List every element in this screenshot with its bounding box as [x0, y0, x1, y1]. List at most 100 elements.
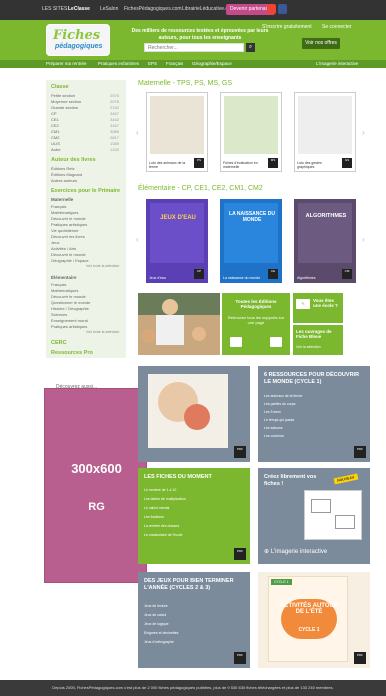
sidebar-elem-item[interactable]: Histoire / Géographie	[51, 306, 123, 311]
sidebar-mat-item[interactable]: Mathématiques	[51, 210, 123, 215]
sidebar-class-item[interactable]: Moyenne section 2078	[51, 99, 123, 104]
card-line[interactable]: Les animaux de la ferme	[264, 394, 356, 398]
sidebar-class-item[interactable]: CE1 3442	[51, 117, 123, 122]
sidebar-class-item[interactable]: CM2 2817	[51, 135, 123, 140]
sidebar-mat-item[interactable]: Activités / Arts	[51, 246, 123, 251]
sidebar-exercices-title: Exercices pour le Primaire	[51, 188, 121, 194]
book-card[interactable]: ALGORITHMES Algorithmes CM	[294, 199, 356, 283]
sidebar-mat-item[interactable]: Géographie / Espace	[51, 258, 123, 263]
account-link[interactable]: Se connecter	[322, 24, 351, 30]
site-logo[interactable]: Fiches pédagogiques	[46, 24, 110, 56]
newsletter-link[interactable]: S'inscrire gratuitement	[262, 24, 312, 30]
sidebar-mat-item[interactable]: Vie quotidienne	[51, 228, 123, 233]
sidebar-mat-item[interactable]: Découvrir le monde	[51, 216, 123, 221]
card-line[interactable]: Les couleurs	[264, 434, 356, 438]
sidebar-class-item[interactable]: CE2 3167	[51, 123, 123, 128]
book-cover: JEUX D'EAU	[150, 203, 204, 263]
book-cover: LA NAISSANCE DU MONDE	[224, 203, 278, 263]
card-line[interactable]: Les tables de multiplication	[144, 497, 236, 501]
carousel-next-icon[interactable]: ›	[362, 128, 365, 137]
card-line[interactable]: Les 5 sens	[264, 410, 356, 414]
top-link-fiches[interactable]: FichesPédagogiques.com	[124, 6, 182, 12]
card-line[interactable]: Le nombre de 1 à 10	[144, 488, 236, 492]
logo-line2: pédagogiques	[55, 43, 103, 50]
sidebar-more-link[interactable]: Voir toute la sélection	[86, 264, 119, 268]
nav-item-rentree[interactable]: Préparer ma rentrée	[46, 61, 87, 66]
book-card[interactable]: Fiches d'évaluation en maternelle MS	[220, 92, 282, 172]
card-line[interactable]: Jeux de calcul	[144, 613, 236, 617]
promo-center[interactable]: Toutes les Éditions Pédagogiques Retrouv…	[222, 293, 290, 355]
sidebar-elem-item[interactable]: Français	[51, 282, 123, 287]
sidebar-author-item[interactable]: Autres auteurs	[51, 178, 123, 183]
book-card[interactable]: JEUX D'EAU Jeux d'eau CP	[146, 199, 208, 283]
sidebar-pro[interactable]: Ressources Pro	[51, 350, 93, 356]
carousel-prev-icon[interactable]: ‹	[136, 235, 139, 244]
nav-item-francais[interactable]: Français	[166, 61, 183, 66]
ad-banner[interactable]: 300x600 RG	[44, 388, 147, 583]
promo-school-box[interactable]: ✎ Vous êtes une école ?	[293, 293, 343, 323]
card-footer[interactable]: ⊕ L'imagerie interactive	[264, 548, 327, 555]
facebook-icon[interactable]	[278, 4, 287, 14]
sidebar-elem-item[interactable]: Questionner le monde	[51, 300, 123, 305]
sidebar-elem-item[interactable]: Sciences	[51, 312, 123, 317]
card-line[interactable]: Le vocabulaire de l'école	[144, 533, 236, 537]
sidebar-more-link-2[interactable]: Voir toute la sélection	[86, 330, 119, 334]
sidebar-class-item[interactable]: Grande section 2152	[51, 105, 123, 110]
card-line[interactable]: Les parties du corps	[264, 402, 356, 406]
book-badge: CM	[342, 269, 352, 279]
feature-card-moment[interactable]: LES FICHES DU MOMENT Le nombre de 1 à 10…	[138, 468, 250, 564]
sidebar-class-item[interactable]: CM1 3089	[51, 129, 123, 134]
sidebar-elem-item[interactable]: Enseignement moral	[51, 318, 123, 323]
book-card[interactable]: LA NAISSANCE DU MONDE La naissance du mo…	[220, 199, 282, 283]
sidebar-mat-item[interactable]: Pratiques artistiques	[51, 222, 123, 227]
sidebar-elem-item[interactable]: Pratiques artistiques	[51, 324, 123, 329]
teacher-photo[interactable]	[138, 293, 220, 355]
search-input[interactable]: Rechercher...	[144, 43, 244, 52]
card-line[interactable]: La rentrée des classes	[144, 524, 236, 528]
sidebar-mat-item[interactable]: Jeux	[51, 240, 123, 245]
top-link-sites[interactable]: LES SITES	[42, 6, 67, 12]
card-line[interactable]: Jeux de logique	[144, 622, 236, 626]
nav-imagerie[interactable]: L'imagerie interactive	[316, 61, 358, 66]
search-button[interactable]: ⌕	[246, 43, 255, 52]
card-line[interactable]: Jeux de lecture	[144, 604, 236, 608]
feature-card-ete[interactable]: CYCLE 1 ACTIVITÉS AUTOUR DE L'ÉTÉ CYCLE …	[258, 572, 370, 668]
feature-card-calendar[interactable]: PDF	[138, 366, 250, 462]
feature-card-jeux[interactable]: DES JEUX POUR BIEN TERMINER L'ANNÉE (CYC…	[138, 572, 250, 668]
youtube-icon[interactable]	[267, 4, 276, 14]
sidebar-class-item[interactable]: ULIS 1085	[51, 141, 123, 146]
feature-card-decouvrir[interactable]: 6 RESSOURCES POUR DÉCOUVRIR LE MONDE (CY…	[258, 366, 370, 462]
card-line[interactable]: Les fractions	[144, 515, 236, 519]
sidebar-author-item[interactable]: Éditions Retz	[51, 166, 123, 171]
card-line[interactable]: Le temps qui passe	[264, 418, 356, 422]
card-line[interactable]: Énigmes et devinettes	[144, 631, 236, 635]
carousel-prev-icon[interactable]: ‹	[136, 128, 139, 137]
offers-button[interactable]: Voir nos offres	[302, 38, 340, 49]
carousel-next-icon[interactable]: ›	[362, 235, 365, 244]
sidebar-mat-item[interactable]: Découvrir les livres	[51, 234, 123, 239]
sidebar-class-item[interactable]: Petite section 2070	[51, 93, 123, 98]
maternelle-title[interactable]: Maternelle - TPS, PS, MS, GS	[138, 80, 232, 87]
promo-box2-link[interactable]: Voir la sélection	[296, 345, 340, 349]
sidebar-mat-item[interactable]: Français	[51, 204, 123, 209]
sidebar-author-item[interactable]: Éditions Magnard	[51, 172, 123, 177]
sidebar-mat-item[interactable]: Découvrir le monde	[51, 252, 123, 257]
book-card[interactable]: Loto des animaux de la ferme PS	[146, 92, 208, 172]
sidebar-cerc[interactable]: CERC	[51, 340, 67, 346]
promo-books-box[interactable]: Les ouvrages de Fiche Bleue Voir la séle…	[293, 325, 343, 355]
nav-item-pratiques[interactable]: Pratiques enfantines	[98, 61, 139, 66]
book-card[interactable]: Loto des gestes graphiques GS	[294, 92, 356, 172]
sidebar-class-item[interactable]: Autre 1432	[51, 147, 123, 152]
sidebar-class-item[interactable]: CP 3457	[51, 111, 123, 116]
sidebar-elem-item[interactable]: Mathématiques	[51, 288, 123, 293]
top-link-lesalon[interactable]: LeSalon	[100, 6, 118, 12]
top-link-leclasse[interactable]: LeClasse	[68, 6, 90, 12]
nav-item-eps[interactable]: EPS	[148, 61, 157, 66]
sidebar-elem-item[interactable]: Découvrir le monde	[51, 294, 123, 299]
card-line[interactable]: Les saisons	[264, 426, 356, 430]
elementaire-title[interactable]: Élémentaire - CP, CE1, CE2, CM1, CM2	[138, 185, 263, 192]
feature-card-imagerie[interactable]: Créez librement vos fiches ! NOUVEAU ⊕ L…	[258, 468, 370, 564]
card-line[interactable]: Jeux d'orthographe	[144, 640, 236, 644]
nav-item-geographie[interactable]: Géographie/Espace	[192, 61, 232, 66]
card-line[interactable]: Le calcul mental	[144, 506, 236, 510]
